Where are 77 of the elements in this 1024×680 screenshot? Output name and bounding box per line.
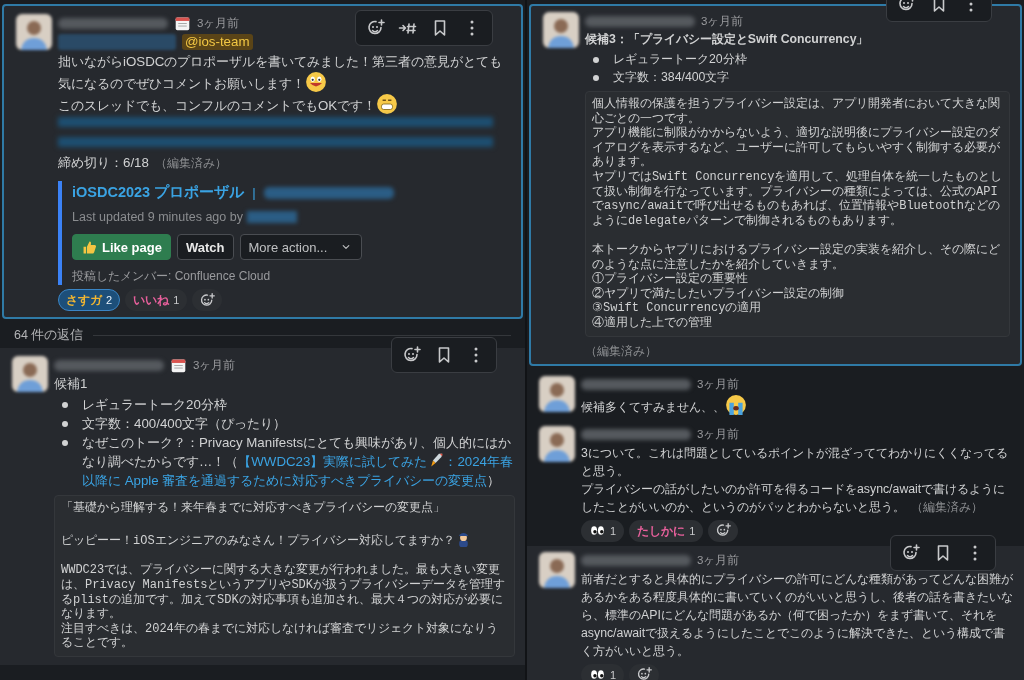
timestamp[interactable]: 3ヶ月前 <box>697 553 740 568</box>
avatar[interactable] <box>16 14 52 50</box>
custom-emoji: さすガ <box>66 293 102 307</box>
add-reaction-icon <box>635 666 653 680</box>
list-item-text: レギュラートーク20分枠 <box>613 51 748 68</box>
reaction-pill[interactable]: たしかに 1 <box>629 519 704 542</box>
code-text: 個人情報の保護を担うプライバシー設定は、アプリ開発者において大きな関心ごとの一つです。 <box>592 97 1001 126</box>
code-text: ②ヤプリで満たしたいプライバシー設定の制御 <box>592 286 845 301</box>
message-text: 前者だとすると具体的にプライバシーの許可にどんな種類があってどんな困難があるかをある程度具体的に書いていくのがいいと思うし、後者の話を書きたいなら、標準のAPIにどんな問題があるか（何で困ったか）をまず書いて、それをasync/awaitで扱えるようにしたことでこのように解決できた、という構成で書く方がいいと思う。 <box>581 570 1014 660</box>
edited-label: （編集済み） <box>154 156 227 170</box>
timestamp[interactable]: 3ヶ月前 <box>193 357 236 373</box>
code-text: 「基礎から理解する！来年春までに対応すべきプライバシーの変更点」 <box>61 501 446 516</box>
list-item-text: 文字数：384/400文字 <box>613 69 731 86</box>
message-text: 候補1 <box>54 375 89 393</box>
custom-emoji: いいね <box>133 293 170 307</box>
timestamp[interactable]: 3ヶ月前 <box>697 427 740 442</box>
code-text: アプリ機能に制限がかからないよう、適切な説明後にプライバシー設定のダイアログを表示するなど、ユーザーに許可してもらいやすく制御する必要があります。 <box>592 126 1001 170</box>
code-text: ③Swift Concurrencyの適用 <box>592 301 763 316</box>
reply-count: 64 件の返信 <box>14 327 84 344</box>
article-link[interactable]: 【WWDC23】実際に試してみた ：2024年春 <box>238 454 513 469</box>
code-text: WWDC23では、プライバシーに関する大きな変更が行われました。最も大きい変更は、Privacy ManifestsというアプリやSDKが扱うプライバシーデータを管理するplistの追加です。加えてSDKの対応事項も追加され、最大４つの対応が必要になります。 <box>61 563 507 622</box>
list-item-text: なぜこのトーク？：Privacy Manifestsにとても興味があり、個人的にはかなり調べたからです…！（【WWDC23】実際に試してみた ：2024年春 以降に Apple 審査を通過するために対応すべきプライバシーの変更点） <box>82 434 514 490</box>
last-updated-text: Last updated 9 minutes ago by <box>72 210 243 224</box>
page-title-link[interactable]: iOSDC2023 プロポーザル <box>72 183 245 202</box>
add-reaction-button[interactable] <box>192 289 223 311</box>
reaction-count: 1 <box>610 524 617 537</box>
bullet-icon <box>62 402 68 408</box>
message-text: このスレッドでも、コンフルのコメントでもOKです！ <box>58 93 511 115</box>
blurred-author <box>246 211 297 223</box>
like-page-button[interactable]: Like page <box>72 234 171 260</box>
code-text: ピッピーー！iOSエンジニアのみなさん！プライバシー対応してますか？ <box>61 530 508 549</box>
separator: | <box>252 185 256 200</box>
add-reaction-icon <box>198 291 216 309</box>
watch-button[interactable]: Watch <box>176 234 234 260</box>
message-text: 拙いながらiOSDCのプロポーザルを書いてみました！第三者の意見がとても気になるのでぜひコメントお願いします！ <box>58 53 504 93</box>
avatar[interactable] <box>539 375 575 412</box>
message-text: 3について。これは問題としているポイントが混ざっててわかりにくくなってると思う。 <box>581 444 1009 480</box>
list-item-text: レギュラートーク20分枠 <box>82 396 228 414</box>
edited-label: （編集済み） <box>911 499 983 514</box>
bullet-icon <box>62 440 68 446</box>
bullet-icon <box>593 57 599 63</box>
add-reaction-button[interactable] <box>629 663 660 680</box>
code-text: 本トークからヤプリにおけるプライバシー設定の実装を紹介し、その際にどのような点に注意したかを紹介していきます。 <box>592 242 1001 272</box>
avatar[interactable] <box>12 356 48 392</box>
reaction-pill[interactable]: さすガ 2 <box>58 289 121 311</box>
more-actions-dropdown[interactable]: More action... <box>239 234 363 260</box>
reaction-count: 1 <box>610 668 617 680</box>
reaction-count: 1 <box>689 524 696 537</box>
custom-emoji: たしかに <box>637 523 686 538</box>
code-text: 注目すべきは、2024年の春までに対応しなければ審査でリジェクト対象になりうることです。 <box>61 621 499 651</box>
article-link[interactable]: 以降に Apple 審査を通過するために対応すべきプライバシーの変更点 <box>82 473 488 488</box>
timestamp[interactable]: 3ヶ月前 <box>697 377 740 392</box>
add-reaction-button[interactable] <box>708 519 739 542</box>
message-text: プライバシーの話がしたいのか許可を得るコードをasync/awaitで書けるようにしたことがいいのか、というのがパッとわからないと思う。 （編集済み） <box>581 480 1007 516</box>
code-text: ヤプリではSwift Concurrencyを適用して、処理自体を統一したものとして扱い制御を行なっています。プライバシーの種類によっては、公式のAPIでasync/awaitで呼び出せるものもあれば、位置情報やBluetoothなどのようにdelegateパターンで制御されるものもあります。 <box>592 169 1003 229</box>
message-text: 候補多くてすみません、、 <box>581 393 1014 416</box>
reaction-pill[interactable]: いいね 1 <box>125 289 188 311</box>
message-text: 候補3：「プライバシー設定とSwift Concurrency」 <box>585 31 870 48</box>
message-text: 締め切り：6/18 （編集済み） <box>58 154 228 172</box>
avatar[interactable] <box>543 12 579 48</box>
code-text: ④適用した上での管理 <box>592 315 713 331</box>
attachment-footer: 投稿したメンバー: Confluence Cloud <box>72 268 511 285</box>
code-text: ①プライバシー設定の重要性 <box>592 272 749 287</box>
team-mention[interactable]: @ios-team <box>182 34 253 50</box>
avatar[interactable] <box>539 425 575 462</box>
reaction-pill[interactable]: 1 <box>581 663 625 680</box>
timestamp[interactable]: 3ヶ月前 <box>701 13 744 29</box>
bullet-icon <box>593 75 599 81</box>
reaction-count: 2 <box>106 294 113 306</box>
reaction-count: 1 <box>173 294 180 306</box>
reaction-pill[interactable]: 1 <box>581 519 625 542</box>
timestamp[interactable]: 3ヶ月前 <box>197 15 240 31</box>
avatar[interactable] <box>539 551 575 588</box>
bullet-icon <box>62 421 68 427</box>
edited-label: （編集済み） <box>585 342 658 360</box>
list-item-text: 文字数：400/400文字（ぴったり） <box>82 415 288 433</box>
add-reaction-icon <box>714 522 732 539</box>
